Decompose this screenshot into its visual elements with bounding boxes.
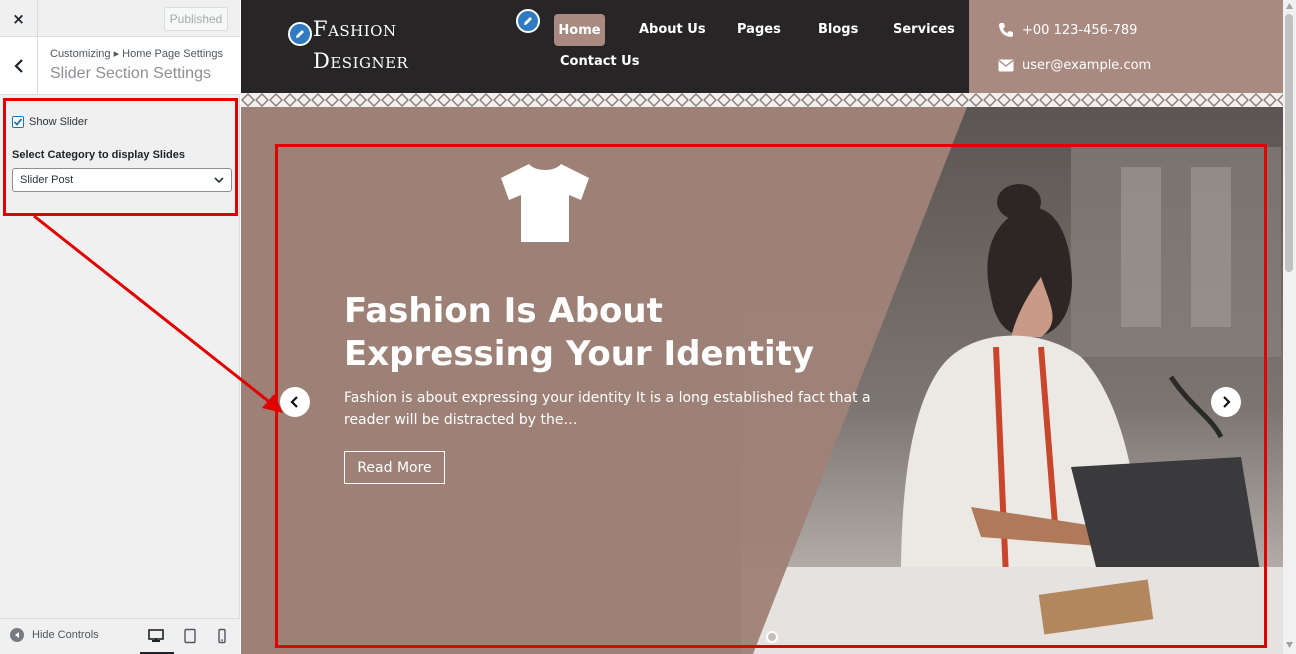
slider-next-button[interactable]	[1211, 387, 1241, 417]
show-slider-label: Show Slider	[29, 116, 88, 128]
email-contact[interactable]: user@example.com	[998, 58, 1151, 73]
slider-prev-button[interactable]	[280, 387, 310, 417]
phone-contact[interactable]: +00 123-456-789	[998, 22, 1137, 38]
customizer-top-bar: × Published	[0, 0, 240, 37]
preview-scrollbar[interactable]	[1283, 0, 1296, 654]
back-button[interactable]	[0, 37, 38, 95]
slide-title: Fashion Is About Expressing Your Identit…	[344, 291, 815, 374]
published-button[interactable]: Published	[164, 7, 228, 31]
edit-menu-pencil-icon[interactable]	[516, 9, 540, 33]
read-more-button[interactable]: Read More	[344, 451, 445, 484]
scroll-up-arrow-icon[interactable]	[1286, 3, 1293, 9]
checkbox-checked-icon[interactable]	[12, 116, 24, 128]
hide-controls-button[interactable]: Hide Controls	[10, 628, 99, 642]
site-preview: Fashion Designer Home About Us Pages Blo…	[241, 0, 1283, 654]
envelope-icon	[998, 59, 1014, 72]
chevron-left-icon	[13, 59, 23, 73]
nav-about-us[interactable]: About Us	[639, 22, 706, 37]
nav-pages[interactable]: Pages	[737, 22, 781, 37]
category-select-value: Slider Post	[20, 174, 74, 186]
hide-controls-label: Hide Controls	[32, 629, 99, 641]
nav-blogs[interactable]: Blogs	[818, 22, 858, 37]
edit-logo-pencil-icon[interactable]	[288, 22, 312, 46]
phone-icon	[999, 23, 1013, 37]
slider-dot-active[interactable]	[766, 631, 778, 643]
category-label: Select Category to display Slides	[12, 149, 186, 161]
hero-slider: Fashion Is About Expressing Your Identit…	[241, 107, 1283, 654]
header-contact-panel	[969, 0, 1283, 93]
nav-services[interactable]: Services	[893, 22, 955, 37]
nav-contact-us[interactable]: Contact Us	[560, 54, 639, 69]
slider-controls-panel: Show Slider Select Category to display S…	[3, 98, 238, 216]
decorative-pattern-strip	[241, 93, 1283, 107]
chevron-down-icon	[214, 177, 224, 184]
slide-description: Fashion is about expressing your identit…	[344, 390, 871, 428]
section-title: Slider Section Settings	[50, 65, 211, 82]
phone-number: +00 123-456-789	[1022, 22, 1138, 38]
nav-home[interactable]: Home	[554, 14, 605, 46]
chevron-right-icon	[1223, 396, 1231, 408]
site-logo-line1[interactable]: Fashion	[313, 17, 397, 41]
customizer-footer: Hide Controls	[0, 618, 240, 654]
scroll-down-arrow-icon[interactable]	[1286, 642, 1293, 648]
scrollbar-thumb[interactable]	[1285, 14, 1293, 272]
customizer-sidebar: × Published Customizing ▸ Home Page Sett…	[0, 0, 240, 654]
category-select[interactable]: Slider Post	[12, 168, 232, 192]
collapse-icon	[10, 628, 24, 642]
mobile-icon[interactable]	[214, 628, 230, 644]
section-header: Customizing ▸ Home Page Settings Slider …	[0, 37, 240, 95]
chevron-left-icon	[290, 396, 298, 408]
site-logo-line2[interactable]: Designer	[313, 49, 408, 73]
desktop-icon[interactable]	[148, 628, 164, 644]
tablet-icon[interactable]	[182, 628, 198, 644]
show-slider-checkbox[interactable]: Show Slider	[12, 116, 88, 128]
email-address: user@example.com	[1022, 58, 1152, 73]
close-customizer-button[interactable]: ×	[0, 0, 38, 37]
breadcrumb: Customizing ▸ Home Page Settings	[50, 48, 224, 60]
site-header: Fashion Designer Home About Us Pages Blo…	[241, 0, 969, 93]
tshirt-icon	[501, 164, 589, 242]
